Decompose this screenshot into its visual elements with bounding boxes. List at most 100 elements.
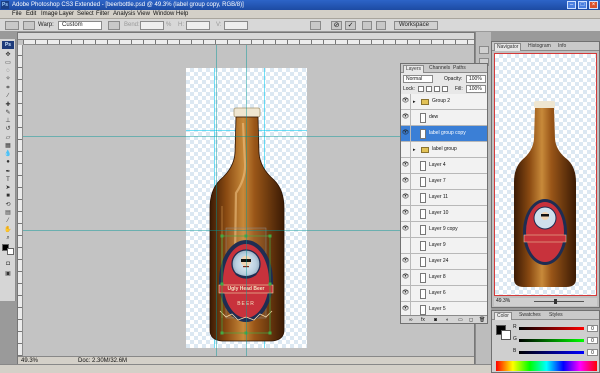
background-color-chip[interactable] (501, 330, 511, 340)
pen-tool-icon[interactable]: ✒ (4, 169, 12, 175)
lock-position-icon[interactable] (434, 86, 440, 92)
clone-stamp-tool-icon[interactable]: ⊥ (4, 118, 12, 124)
slice-tool-icon[interactable]: ∕ (4, 93, 12, 99)
warp-style-select[interactable]: Custom (58, 21, 102, 30)
navigator-zoom-readout[interactable]: 49.3% (496, 298, 510, 305)
visibility-eye-icon[interactable]: 👁 (401, 94, 411, 109)
visibility-eye-icon[interactable]: 👁 (401, 174, 411, 189)
color-spectrum-bar[interactable] (496, 361, 597, 371)
history-brush-tool-icon[interactable]: ↺ (4, 126, 12, 132)
tool-preset-picker[interactable] (5, 21, 19, 30)
path-selection-tool-icon[interactable]: ➤ (4, 185, 12, 191)
menu-filter[interactable]: Filter (96, 11, 109, 18)
visibility-eye-icon[interactable]: 👁 (401, 254, 411, 269)
layer-row[interactable]: 👁 dew (401, 110, 487, 126)
expand-group-icon[interactable]: ▸ (413, 99, 416, 105)
toggle-transform-icon[interactable] (310, 21, 321, 30)
warp-mode-icon[interactable] (23, 21, 35, 30)
visibility-eye-icon[interactable]: 👁 (401, 206, 411, 221)
quick-mask-icon[interactable]: ◘ (4, 261, 12, 267)
red-value[interactable]: 0 (587, 325, 598, 332)
hand-tool-icon[interactable]: ✋ (4, 227, 12, 233)
lasso-tool-icon[interactable]: ◌ (4, 68, 12, 74)
magic-wand-tool-icon[interactable]: ✧ (4, 76, 12, 82)
guide-line[interactable] (246, 45, 247, 356)
commit-transform-icon[interactable]: ✓ (345, 21, 356, 30)
visibility-eye-icon[interactable]: 👁 (401, 190, 411, 205)
navigator-preview[interactable] (494, 53, 597, 296)
layer-row[interactable]: 👁 Layer 6 (401, 286, 487, 302)
guide-line[interactable] (216, 45, 217, 356)
brush-tool-icon[interactable]: ✎ (4, 110, 12, 116)
gradient-tool-icon[interactable]: ▦ (4, 143, 12, 149)
tab-layers[interactable]: Layers (403, 65, 425, 73)
bend-field[interactable] (140, 21, 164, 30)
visibility-eye-icon[interactable]: 👁 (401, 126, 411, 141)
h-distortion-field[interactable] (186, 21, 210, 30)
crop-tool-icon[interactable]: ⌗ (4, 85, 12, 91)
cancel-transform-icon[interactable]: ⊘ (331, 21, 342, 30)
layer-row[interactable]: 👁 Layer 4 (401, 158, 487, 174)
layer-row[interactable]: 👁 Layer 9 (401, 238, 487, 254)
workspace-button[interactable]: Workspace (394, 21, 438, 30)
visibility-eye-icon[interactable]: 👁 (401, 142, 411, 157)
dodge-tool-icon[interactable]: ● (4, 159, 12, 165)
shape-tool-icon[interactable]: ■ (4, 193, 12, 199)
horizontal-ruler[interactable] (23, 40, 474, 45)
lock-all-icon[interactable] (442, 86, 448, 92)
notes-tool-icon[interactable]: ▤ (4, 210, 12, 216)
lock-pixels-icon[interactable] (426, 86, 432, 92)
red-slider[interactable] (519, 327, 584, 330)
background-color-swatch[interactable] (7, 248, 14, 255)
visibility-eye-icon[interactable]: 👁 (401, 110, 411, 125)
link-layers-icon[interactable]: ∞ (409, 317, 413, 323)
layer-row[interactable]: 👁 Layer 5 (401, 302, 487, 316)
tab-navigator[interactable]: Navigator (494, 43, 522, 51)
brush-panel-icon[interactable] (362, 21, 372, 30)
layer-row[interactable]: 👁 Layer 10 (401, 206, 487, 222)
tab-paths[interactable]: Paths (451, 65, 468, 73)
layer-row[interactable]: 👁 ▸ Group 2 (401, 94, 487, 110)
eraser-tool-icon[interactable]: ▱ (4, 135, 12, 141)
vertical-ruler[interactable] (18, 45, 23, 356)
screen-mode-icon[interactable]: ▣ (4, 271, 12, 277)
layer-row[interactable]: 👁 Layer 24 (401, 254, 487, 270)
tab-swatches[interactable]: Swatches (517, 312, 543, 320)
navigator-zoom-handle[interactable] (554, 299, 557, 304)
menu-select[interactable]: Select (77, 11, 94, 18)
new-layer-icon[interactable]: ◻ (469, 317, 473, 323)
visibility-eye-icon[interactable]: 👁 (401, 238, 411, 253)
v-distortion-field[interactable] (224, 21, 248, 30)
delete-layer-icon[interactable]: 🗑 (479, 317, 485, 323)
menu-layer[interactable]: Layer (59, 11, 74, 18)
blue-slider[interactable] (519, 351, 584, 354)
3d-rotate-tool-icon[interactable]: ⟲ (4, 202, 12, 208)
new-group-icon[interactable]: ▭ (458, 317, 463, 323)
tab-color[interactable]: Color (494, 312, 512, 320)
tab-histogram[interactable]: Histogram (526, 43, 553, 51)
move-tool-icon[interactable]: ✥ (4, 52, 12, 58)
layer-row[interactable]: 👁▸ label group (401, 142, 487, 158)
menu-analysis[interactable]: Analysis (113, 11, 135, 18)
visibility-eye-icon[interactable]: 👁 (401, 302, 411, 316)
layer-row[interactable]: 👁 Layer 7 (401, 174, 487, 190)
maximize-icon[interactable]: □ (578, 1, 587, 9)
type-tool-icon[interactable]: T (4, 177, 12, 183)
adjustment-layer-icon[interactable]: ◐ (446, 317, 449, 323)
layer-row[interactable]: 👁 Layer 8 (401, 270, 487, 286)
visibility-eye-icon[interactable]: 👁 (401, 286, 411, 301)
blue-value[interactable]: 0 (587, 349, 598, 356)
brushes-panel-icon[interactable] (479, 46, 489, 54)
blur-tool-icon[interactable]: 💧 (4, 151, 12, 157)
zoom-tool-icon[interactable]: ⌕ (4, 235, 12, 241)
green-value[interactable]: 0 (587, 337, 598, 344)
expand-group-icon[interactable]: ▸ (413, 147, 416, 153)
layer-row[interactable]: 👁 label group copy (401, 126, 487, 142)
visibility-eye-icon[interactable]: 👁 (401, 270, 411, 285)
tab-styles[interactable]: Styles (547, 312, 565, 320)
tab-channels[interactable]: Channels (427, 65, 452, 73)
tool-presets-icon[interactable] (376, 21, 386, 30)
warp-orientation-icon[interactable] (108, 21, 120, 30)
visibility-eye-icon[interactable]: 👁 (401, 158, 411, 173)
layer-style-icon[interactable]: fx (421, 317, 425, 323)
